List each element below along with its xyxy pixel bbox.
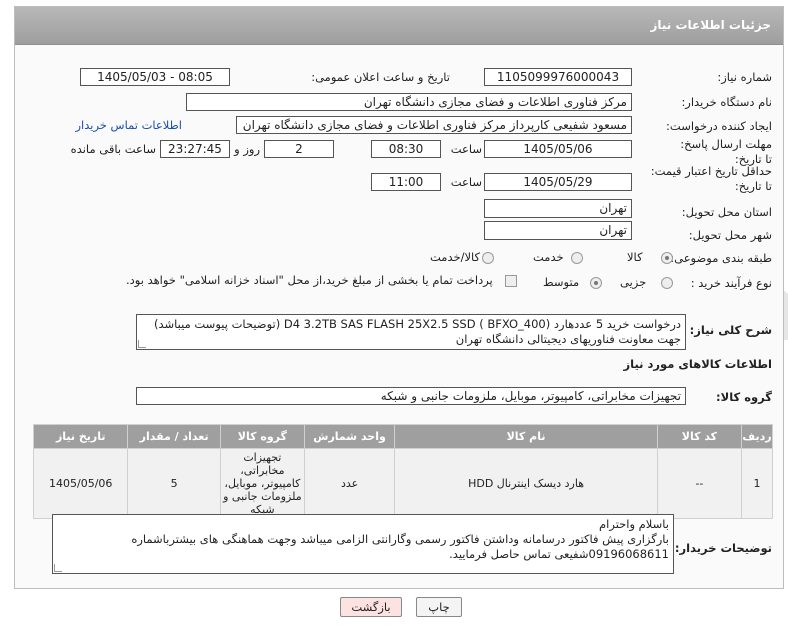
- col-unit: واحد شمارش: [303, 424, 396, 449]
- price-time-label: ساعت: [450, 175, 482, 189]
- category-radio-goods[interactable]: [661, 250, 673, 264]
- city-label: شهر محل تحویل:: [688, 228, 772, 242]
- category-option-goods: کالا: [627, 250, 643, 264]
- category-option-both: کالا/خدمت: [430, 250, 481, 264]
- days-label: روز و: [234, 142, 260, 156]
- days-field[interactable]: 2: [264, 140, 334, 158]
- deadline-label: مهلت ارسال پاسخ: تا تاریخ:: [680, 137, 772, 166]
- col-group: گروه کالا: [219, 424, 305, 449]
- col-index: ردیف: [741, 424, 773, 449]
- back-button[interactable]: بازگشت: [340, 597, 402, 617]
- remaining-time-field[interactable]: 23:27:45: [160, 140, 230, 158]
- buyer-contact-link[interactable]: اطلاعات تماس خریدار: [75, 118, 182, 132]
- announce-label: تاریخ و ساعت اعلان عمومی:: [311, 70, 450, 84]
- buyer-notes-line-2: بارگزاری پیش فاکتور درسامانه وداشتن فاکت…: [131, 532, 669, 546]
- province-label: استان محل تحویل:: [681, 205, 772, 219]
- payment-checkbox[interactable]: [505, 273, 517, 287]
- description-textarea[interactable]: درخواست خرید 5 عددهارد D4 3.2TB SAS FLAS…: [136, 314, 686, 350]
- cell-name: هارد دیسک اینترنال HDD: [394, 448, 658, 519]
- announce-field[interactable]: 1405/05/03 - 08:05: [80, 68, 230, 86]
- cell-unit: عدد: [303, 448, 396, 519]
- cell-index: 1: [741, 448, 773, 519]
- creator-field[interactable]: مسعود شفیعی کارپرداز مرکز فناوری اطلاعات…: [236, 116, 632, 134]
- remaining-label: ساعت باقی مانده: [70, 142, 156, 156]
- goods-table-header: ردیف کد کالا نام کالا واحد شمارش گروه کا…: [32, 424, 773, 449]
- process-radio-medium[interactable]: [590, 275, 602, 289]
- payment-note: پرداخت تمام یا بخشی از مبلغ خرید،از محل …: [126, 273, 493, 287]
- print-button[interactable]: چاپ: [416, 597, 462, 617]
- category-option-service: خدمت: [533, 250, 564, 264]
- col-name: نام کالا: [394, 424, 658, 449]
- buyer-notes-line-3: 09196068611شفیعی تماس حاصل فرمایید.: [449, 547, 669, 561]
- goods-group-label: گروه کالا:: [716, 390, 772, 404]
- buyer-notes-label: توضیحات خریدار:: [674, 541, 772, 555]
- price-date-field[interactable]: 1405/05/29: [484, 173, 632, 191]
- deadline-time-field[interactable]: 08:30: [371, 140, 441, 158]
- description-line-2: جهت معاونت فناوریهای دیجیتالی دانشگاه ته…: [455, 332, 681, 346]
- process-option-minor: جزیی: [620, 275, 647, 289]
- buyer-org-label: نام دستگاه خریدار:: [681, 95, 772, 109]
- buyer-notes-textarea[interactable]: باسلام واحترام بارگزاری پیش فاکتور درسام…: [52, 514, 674, 574]
- col-qty: تعداد / مقدار: [127, 424, 221, 449]
- cell-date: 1405/05/06: [32, 448, 129, 519]
- price-validity-label: حداقل تاریخ اعتبار قیمت: تا تاریخ:: [650, 164, 772, 193]
- buyer-notes-line-1: باسلام واحترام: [599, 517, 669, 531]
- process-option-medium: متوسط: [543, 275, 580, 289]
- need-number-field[interactable]: 1105099976000043: [484, 68, 632, 86]
- deadline-date-field[interactable]: 1405/05/06: [484, 140, 632, 158]
- buyer-org-field[interactable]: مرکز فناوری اطلاعات و فضای مجازی دانشگاه…: [186, 93, 632, 111]
- goods-table: ردیف کد کالا نام کالا واحد شمارش گروه کا…: [32, 424, 773, 519]
- need-number-label: شماره نیاز:: [717, 70, 772, 84]
- goods-section-title: اطلاعات کالاهای مورد نیاز: [623, 357, 772, 371]
- cell-group: تجهیزات مخابراتی، کامپیوتر، موبایل، ملزو…: [219, 448, 305, 519]
- process-radio-minor[interactable]: [661, 275, 673, 289]
- category-radio-service[interactable]: [571, 250, 583, 264]
- creator-label: ایجاد کننده درخواست:: [666, 119, 772, 133]
- price-time-field[interactable]: 11:00: [371, 173, 441, 191]
- cell-code: --: [656, 448, 743, 519]
- category-label: طبقه بندی موضوعی:: [670, 251, 772, 265]
- description-line-1: درخواست خرید 5 عددهارد D4 3.2TB SAS FLAS…: [153, 317, 681, 331]
- process-label: نوع فرآیند خرید :: [690, 276, 772, 290]
- province-field[interactable]: تهران: [484, 199, 632, 218]
- city-field[interactable]: تهران: [484, 221, 632, 240]
- goods-group-field[interactable]: تجهیزات مخابراتی، کامپیوتر، موبایل، ملزو…: [136, 387, 686, 405]
- cell-qty: 5: [127, 448, 221, 519]
- deadline-time-label: ساعت: [450, 142, 482, 156]
- panel-header: جزئیات اطلاعات نیاز: [15, 7, 783, 45]
- panel-title: جزئیات اطلاعات نیاز: [650, 18, 771, 32]
- table-row[interactable]: 1 -- هارد دیسک اینترنال HDD عدد تجهیزات …: [32, 448, 773, 519]
- category-radio-both[interactable]: [482, 250, 494, 264]
- description-label: شرح کلی نیاز:: [689, 323, 772, 337]
- col-date: تاریخ نیاز: [32, 424, 129, 449]
- col-code: کد کالا: [656, 424, 743, 449]
